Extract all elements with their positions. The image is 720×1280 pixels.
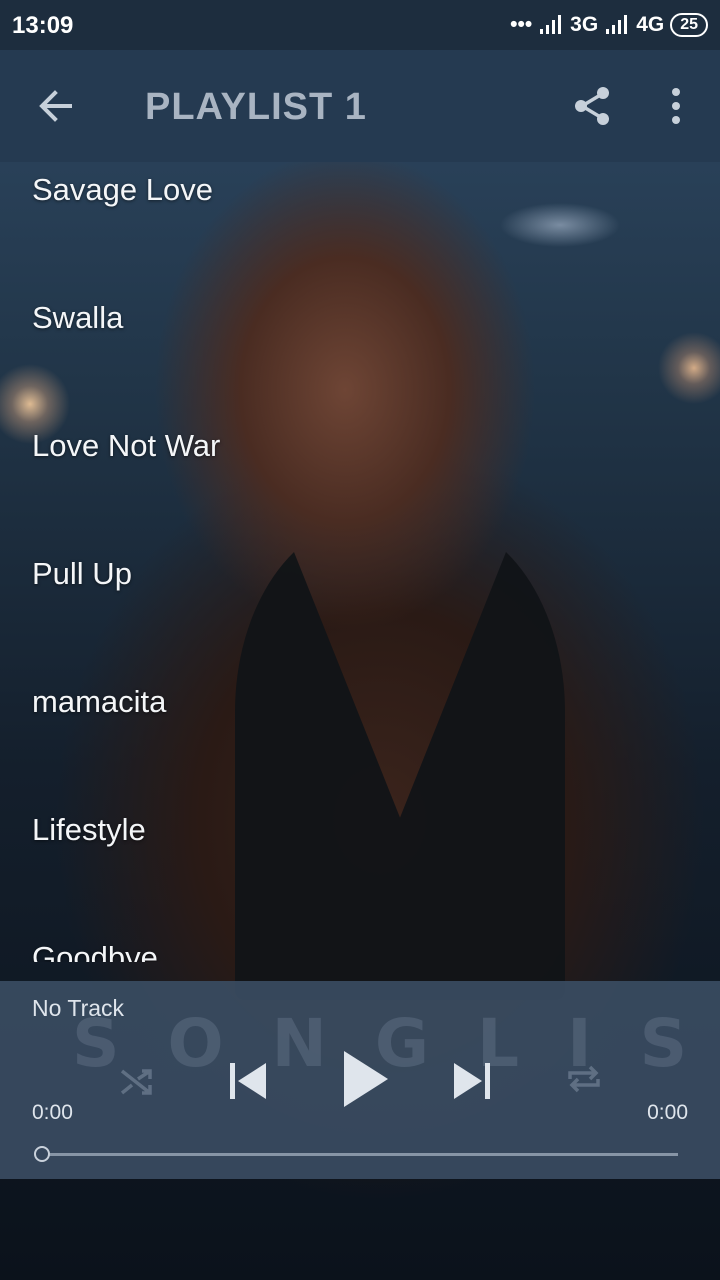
network-label-1: 3G bbox=[570, 13, 599, 36]
notification-dots-icon: ••• bbox=[510, 13, 533, 36]
repeat-button[interactable] bbox=[564, 1059, 604, 1104]
play-icon bbox=[344, 1051, 388, 1107]
track-list: Savage Love Swalla Love Not War Pull Up … bbox=[0, 162, 720, 962]
status-time: 13:09 bbox=[12, 12, 74, 39]
track-item-2[interactable]: Swalla bbox=[32, 300, 123, 336]
back-button[interactable] bbox=[34, 84, 78, 128]
next-button[interactable] bbox=[450, 1059, 494, 1108]
more-options-button[interactable] bbox=[660, 84, 692, 128]
battery-icon: 25 bbox=[670, 13, 708, 37]
seek-bar[interactable] bbox=[48, 1153, 678, 1156]
repeat-icon bbox=[568, 1065, 600, 1093]
status-icons: ••• 3G 4G 25 bbox=[510, 13, 708, 37]
track-item-1[interactable]: Savage Love bbox=[32, 172, 213, 208]
track-item-4[interactable]: Pull Up bbox=[32, 556, 132, 592]
shuffle-button[interactable] bbox=[116, 1061, 156, 1106]
player-panel: SONGLIST No Track 0:00 0:00 bbox=[0, 981, 720, 1179]
play-button[interactable] bbox=[338, 1049, 392, 1114]
more-vertical-icon bbox=[672, 88, 680, 124]
status-bar: 13:09 ••• 3G 4G 25 bbox=[0, 0, 720, 50]
shuffle-icon bbox=[120, 1069, 152, 1095]
now-playing-title: No Track bbox=[32, 995, 125, 1021]
skip-previous-icon bbox=[230, 1063, 266, 1099]
signal-icon-2 bbox=[604, 14, 630, 36]
skip-next-icon bbox=[454, 1063, 490, 1099]
share-icon bbox=[575, 87, 609, 125]
app-bar: PLAYLIST 1 bbox=[0, 50, 720, 162]
seek-bar-thumb[interactable] bbox=[34, 1146, 50, 1162]
track-item-3[interactable]: Love Not War bbox=[32, 428, 220, 464]
track-item-6[interactable]: Lifestyle bbox=[32, 812, 146, 848]
track-item-7[interactable]: Goodbye bbox=[32, 940, 158, 962]
arrow-left-icon bbox=[39, 90, 72, 122]
total-duration: 0:00 bbox=[647, 1101, 688, 1124]
elapsed-time: 0:00 bbox=[32, 1101, 73, 1124]
page-title: PLAYLIST 1 bbox=[145, 86, 367, 128]
signal-icon bbox=[538, 14, 564, 36]
songlist-watermark: SONGLIST bbox=[72, 1005, 720, 1082]
share-button[interactable] bbox=[570, 84, 614, 128]
network-label-2: 4G bbox=[636, 13, 665, 36]
track-item-5[interactable]: mamacita bbox=[32, 684, 166, 720]
previous-button[interactable] bbox=[226, 1059, 270, 1108]
